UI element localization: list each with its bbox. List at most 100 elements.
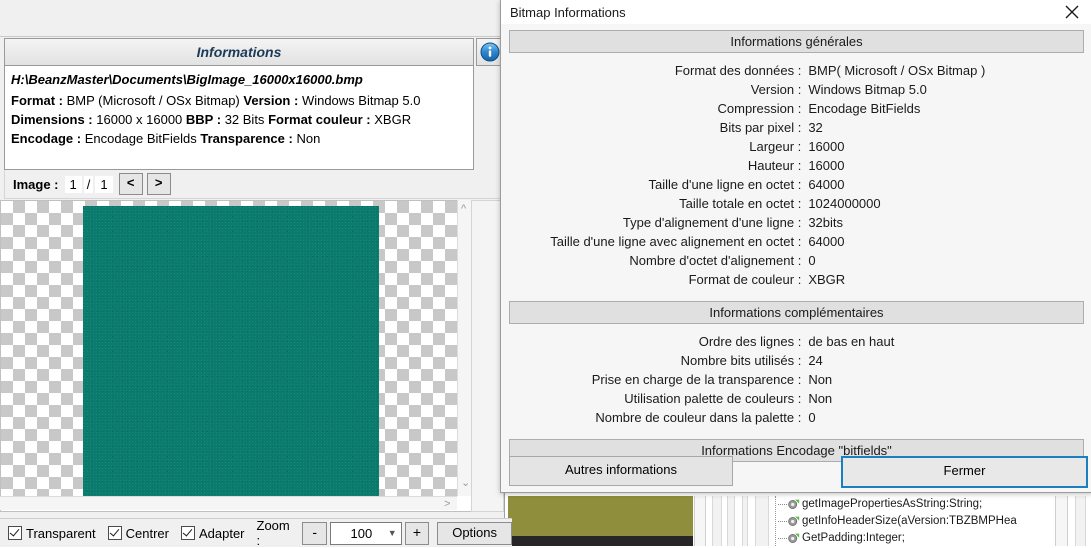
section-header-general: Informations générales	[509, 30, 1084, 53]
complementary-info-table: Ordre des lignes : de bas en haut Nombre …	[501, 332, 1091, 427]
info-value: Encodage BitFields	[84, 131, 197, 146]
tree-line-icon	[778, 538, 787, 539]
options-button[interactable]: Options	[437, 521, 513, 545]
preview-vertical-scrollbar[interactable]: ^ ⌄	[457, 200, 471, 496]
gear-icon	[788, 499, 800, 509]
row-key: Type d'alignement d'une ligne :	[622, 215, 802, 230]
info-row-dimensions: Dimensions : 16000 x 16000 BBP : 32 Bits…	[11, 112, 467, 127]
row-value: 24	[808, 353, 823, 368]
row-value: BMP( Microsoft / OSx Bitmap )	[808, 63, 986, 78]
gear-icon	[788, 516, 800, 526]
bitmap-informations-dialog: Bitmap Informations Informations général…	[500, 0, 1091, 493]
checkbox-icon	[8, 526, 22, 540]
row-key: Compression :	[717, 101, 802, 116]
row-value: de bas en haut	[808, 334, 895, 349]
checkbox-icon	[180, 526, 195, 540]
chevron-right-icon[interactable]: >	[444, 499, 450, 510]
zoom-label: Zoom :	[256, 518, 290, 548]
row-value: 64000	[808, 177, 845, 192]
informations-panel: Informations H:\BeanzMaster\Documents\Bi…	[4, 38, 474, 170]
close-button[interactable]	[1052, 0, 1091, 24]
row-value: 1024000000	[808, 196, 881, 211]
info-key: Transparence :	[200, 131, 293, 146]
row-key: Ordre des lignes :	[698, 334, 802, 349]
row-value: 32bits	[808, 215, 844, 230]
table-row: Bits par pixel : 32	[501, 118, 1091, 137]
row-key: Prise en charge de la transparence :	[591, 372, 802, 387]
table-row: Utilisation palette de couleurs : Non	[501, 389, 1091, 408]
center-label: Centrer	[125, 525, 169, 541]
previous-image-button[interactable]: <	[118, 173, 143, 195]
informations-body: H:\BeanzMaster\Documents\BigImage_16000x…	[5, 66, 473, 146]
background-divider-5	[1075, 496, 1086, 546]
file-path: H:\BeanzMaster\Documents\BigImage_16000x…	[11, 72, 363, 87]
row-value: XBGR	[808, 272, 846, 287]
row-key: Format de couleur :	[688, 272, 802, 287]
table-row: Taille d'une ligne avec alignement en oc…	[501, 232, 1091, 251]
table-row: Nombre d'octet d'alignement : 0	[501, 251, 1091, 270]
info-row-format: Format : BMP (Microsoft / OSx Bitmap) Ve…	[11, 93, 467, 108]
list-item[interactable]: getInfoHeaderSize(aVersion:TBZBMPHea	[776, 513, 1091, 530]
center-checkbox[interactable]: Centrer	[107, 525, 169, 541]
close-dialog-button[interactable]: Fermer	[841, 456, 1088, 488]
table-row: Version : Windows Bitmap 5.0	[501, 80, 1091, 99]
zoom-increase-button[interactable]: +	[404, 521, 430, 545]
info-value: Windows Bitmap 5.0	[301, 93, 421, 108]
info-key: BBP :	[185, 112, 222, 127]
row-value: 0	[808, 253, 816, 268]
preview-image	[83, 206, 379, 497]
list-item[interactable]: GetPadding:Integer;	[776, 530, 1091, 547]
adapt-checkbox[interactable]: Adapter	[180, 525, 245, 541]
next-image-button[interactable]: >	[146, 173, 171, 195]
tree-item-label: GetPadding:Integer;	[802, 532, 905, 544]
background-divider-4	[755, 496, 769, 546]
row-key: Version :	[750, 82, 802, 97]
dialog-title-bar: Bitmap Informations	[501, 0, 1091, 24]
row-value: Encodage BitFields	[808, 101, 921, 116]
viewer-options-bar: Transparent Centrer Adapter Zoom : - 100…	[0, 518, 513, 548]
dialog-title: Bitmap Informations	[510, 4, 626, 20]
image-viewer-window: Informations H:\BeanzMaster\Documents\Bi…	[0, 0, 513, 548]
info-value: Non	[296, 131, 321, 146]
window-toolbar	[0, 0, 504, 37]
chevron-up-icon[interactable]: ^	[461, 204, 466, 215]
preview-horizontal-scrollbar[interactable]: >	[0, 496, 457, 510]
info-value: BMP (Microsoft / OSx Bitmap)	[66, 93, 240, 108]
info-icon	[480, 42, 500, 62]
zoom-select[interactable]: 100 ▼	[329, 521, 402, 545]
row-key: Nombre de couleur dans la palette :	[595, 410, 802, 425]
table-row: Taille d'une ligne en octet : 64000	[501, 175, 1091, 194]
other-informations-button[interactable]: Autres informations	[509, 456, 733, 486]
background-divider-1	[712, 496, 722, 546]
info-key: Format :	[11, 93, 63, 108]
tree-item-label: getInfoHeaderSize(aVersion:TBZBMPHea	[802, 515, 1017, 527]
info-value: 32 Bits	[224, 112, 265, 127]
zoom-value: 100	[350, 525, 373, 541]
image-preview-area[interactable]	[0, 200, 472, 512]
table-row: Format de couleur : XBGR	[501, 270, 1091, 289]
background-scrollbar-1[interactable]	[694, 496, 706, 546]
zoom-decrease-button[interactable]: -	[302, 521, 327, 545]
background-scrollbar-2[interactable]	[1055, 496, 1068, 546]
row-value: 0	[808, 410, 816, 425]
background-divider-3	[742, 496, 748, 546]
table-row: Nombre de couleur dans la palette : 0	[501, 408, 1091, 427]
image-total-count: 1	[95, 175, 113, 193]
background-image-strip	[508, 536, 693, 546]
table-row: Format des données : BMP( Microsoft / OSx…	[501, 61, 1091, 80]
adapt-label: Adapter	[198, 525, 245, 541]
row-key: Taille d'une ligne en octet :	[648, 177, 802, 192]
row-value: 32	[808, 120, 823, 135]
info-key: Format couleur :	[268, 112, 371, 127]
checkbox-icon	[107, 526, 122, 540]
chevron-down-icon[interactable]: ⌄	[461, 478, 470, 489]
tree-line-icon	[778, 521, 787, 522]
table-row: Nombre bits utilisés : 24	[501, 351, 1091, 370]
dialog-body: Informations générales Format des donnée…	[501, 24, 1091, 492]
transparent-checkbox[interactable]: Transparent	[8, 526, 96, 541]
chevron-down-icon: ▼	[387, 528, 397, 538]
list-item[interactable]: getImagePropertiesAsString:String;	[776, 496, 1091, 513]
info-key: Encodage :	[11, 131, 82, 146]
info-row-encodage: Encodage : Encodage BitFields Transparen…	[11, 131, 467, 146]
dialog-button-bar: Autres informations Fermer	[501, 456, 1091, 488]
